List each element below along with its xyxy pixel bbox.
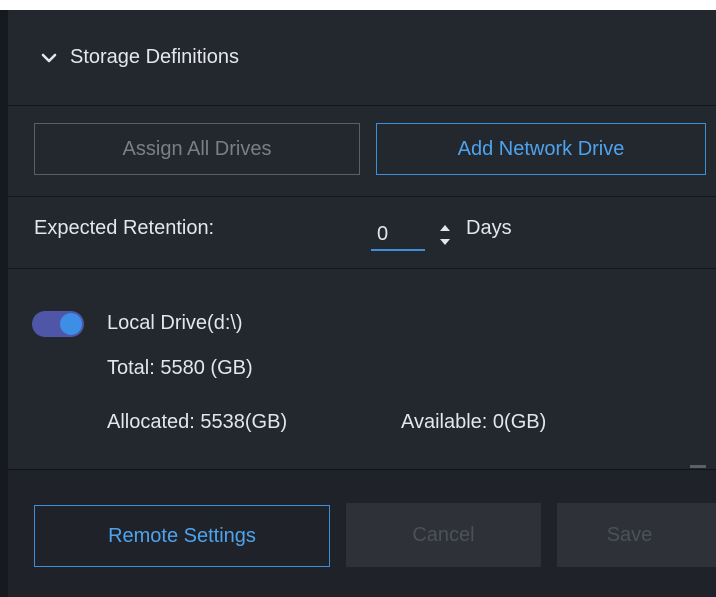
drive-actions-row: Assign All Drives Add Network Drive	[8, 107, 716, 197]
storage-definitions-header[interactable]: Storage Definitions	[8, 10, 716, 106]
increment-arrow-icon[interactable]	[438, 221, 452, 233]
remote-settings-label: Remote Settings	[108, 524, 256, 547]
toggle-knob	[60, 313, 82, 335]
scrollbar-indicator[interactable]	[690, 465, 706, 468]
save-button[interactable]: Save	[557, 503, 716, 567]
retention-spinner	[438, 217, 452, 253]
cancel-button[interactable]: Cancel	[346, 503, 541, 567]
decrement-arrow-icon[interactable]	[438, 237, 452, 249]
drive-total: Total: 5580 (GB)	[107, 357, 253, 379]
retention-days-input[interactable]	[371, 219, 425, 251]
drive-available: Available: 0(GB)	[401, 411, 547, 433]
chevron-down-icon[interactable]	[40, 49, 58, 67]
footer-actions: Remote Settings Cancel Save	[8, 470, 716, 597]
retention-label: Expected Retention:	[34, 217, 215, 239]
save-label: Save	[606, 523, 653, 546]
assign-all-drives-button[interactable]: Assign All Drives	[34, 123, 360, 175]
remote-settings-button[interactable]: Remote Settings	[34, 505, 330, 567]
add-network-drive-button[interactable]: Add Network Drive	[376, 123, 706, 175]
cancel-label: Cancel	[412, 523, 475, 546]
section-title: Storage Definitions	[70, 46, 239, 68]
left-edge-border	[0, 10, 8, 597]
expected-retention-row: Expected Retention: Days	[8, 197, 716, 269]
drive-allocated: Allocated: 5538(GB)	[107, 411, 288, 433]
add-network-drive-label: Add Network Drive	[457, 137, 625, 160]
retention-unit-label: Days	[466, 217, 512, 239]
drive-name: Local Drive(d:\)	[107, 312, 243, 334]
storage-panel: Storage Definitions Assign All Drives Ad…	[8, 10, 716, 597]
local-drive-entry: Local Drive(d:\) Total: 5580 (GB) Alloca…	[8, 269, 716, 470]
drive-enable-toggle[interactable]	[32, 311, 84, 337]
assign-all-drives-label: Assign All Drives	[122, 137, 272, 160]
